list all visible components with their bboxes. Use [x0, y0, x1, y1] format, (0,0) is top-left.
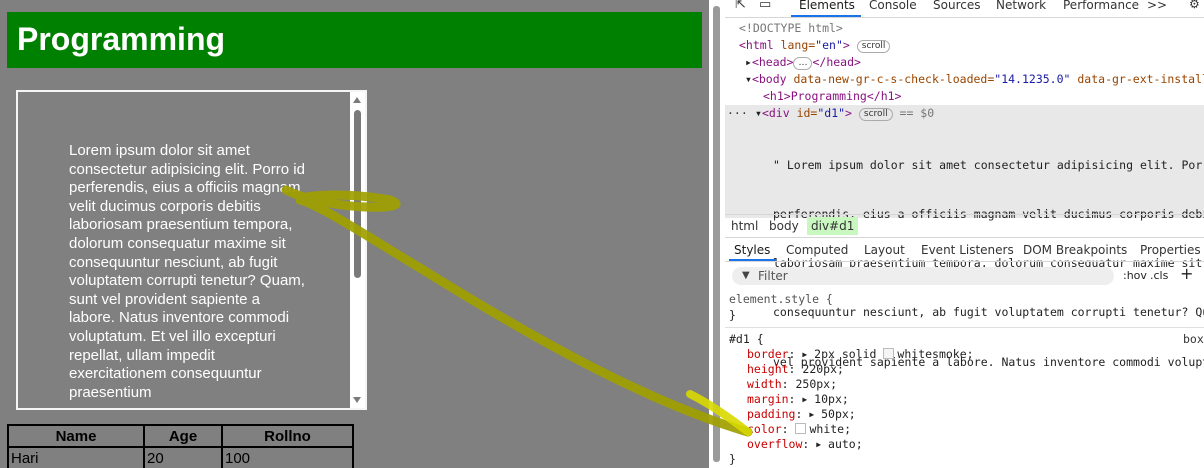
- css-declaration[interactable]: margin: ▶ 10px;: [747, 392, 849, 408]
- tab-styles[interactable]: Styles: [734, 243, 770, 257]
- scroll-badge[interactable]: scroll: [856, 40, 891, 53]
- vertical-scrollbar[interactable]: [350, 92, 365, 408]
- css-declaration[interactable]: color: white;: [747, 422, 851, 437]
- more-tabs-chevron-icon[interactable]: >>: [1147, 0, 1167, 12]
- more-options-icon[interactable]: ···: [727, 105, 748, 122]
- table-cell: 20: [143, 446, 223, 468]
- scrollable-div-d1[interactable]: Lorem ipsum dolor sit amet consectetur a…: [16, 90, 367, 410]
- new-style-rule-button[interactable]: +: [1180, 264, 1193, 283]
- tab-elements[interactable]: Elements: [799, 0, 855, 12]
- d1-rule-close: }: [729, 452, 736, 466]
- filter-input[interactable]: ▼ Filter: [732, 267, 1114, 285]
- css-declaration[interactable]: overflow: ▶ auto;: [747, 437, 863, 453]
- scroll-down-arrow-icon[interactable]: [353, 397, 361, 403]
- color-swatch: [795, 423, 807, 434]
- hov-toggle-button[interactable]: :hov: [1123, 269, 1147, 282]
- tab-properties[interactable]: Properties: [1140, 243, 1201, 257]
- inspect-element-icon[interactable]: ⇱: [735, 0, 746, 12]
- css-declaration[interactable]: height: 220px;: [747, 362, 844, 377]
- css-declaration[interactable]: border: ▶ 2px solid whitesmoke;: [747, 347, 974, 363]
- scroll-up-arrow-icon[interactable]: [353, 97, 361, 103]
- breadcrumb: html body div#d1: [725, 214, 1204, 238]
- devtools-top-tabs: ⇱ ▭ Elements Console Sources Network Per…: [725, 0, 1204, 18]
- dom-tree[interactable]: <!DOCTYPE html> <html lang="en"> scroll …: [725, 18, 1204, 369]
- devtools-panel: ⇱ ▭ Elements Console Sources Network Per…: [725, 0, 1204, 468]
- student-table: Name Age Rollno Hari 20 100: [7, 424, 354, 468]
- rule-source-link[interactable]: box: [1183, 332, 1204, 347]
- d1-selector[interactable]: #d1 {: [729, 332, 764, 347]
- table-header-row: Name Age Rollno: [7, 424, 354, 448]
- heading-bar: Programming: [7, 12, 702, 68]
- rule-divider: [725, 327, 1204, 328]
- breadcrumb-body[interactable]: body: [769, 219, 799, 233]
- scroll-badge: scroll: [858, 108, 893, 121]
- filter-placeholder: Filter: [758, 269, 788, 283]
- table-header-rollno: Rollno: [221, 424, 354, 448]
- collapse-triangle-icon: ▾: [745, 72, 752, 86]
- page-heading: Programming: [17, 21, 226, 57]
- div-text: Lorem ipsum dolor sit amet consectetur a…: [69, 142, 305, 401]
- tab-event-listeners[interactable]: Event Listeners: [921, 243, 1014, 257]
- collapse-triangle-icon: ▾: [755, 106, 762, 120]
- table-cell: 100: [221, 446, 354, 468]
- breadcrumb-div-d1[interactable]: div#d1: [807, 217, 859, 235]
- dom-head-node[interactable]: ▸<head>… </head>: [745, 54, 861, 71]
- dom-body-node[interactable]: ▾<body data-new-gr-c-s-check-loaded="14.…: [745, 71, 1204, 88]
- styles-sub-tabs: Styles Computed Layout Event Listeners D…: [725, 239, 1204, 262]
- device-toolbar-icon[interactable]: ▭: [759, 0, 771, 12]
- table-cell: Hari: [7, 446, 145, 468]
- tab-performance[interactable]: Performance: [1063, 0, 1139, 12]
- active-subtab-indicator: [729, 259, 776, 261]
- filter-icon: ▼: [742, 270, 750, 281]
- tab-layout[interactable]: Layout: [864, 243, 905, 257]
- tab-network[interactable]: Network: [996, 0, 1046, 12]
- settings-gear-icon[interactable]: ⚙: [1189, 0, 1200, 11]
- active-tab-indicator: [791, 15, 861, 17]
- dom-h1-node[interactable]: <h1>Programming</h1>: [763, 88, 901, 105]
- css-declaration[interactable]: width: 250px;: [747, 377, 837, 392]
- cls-toggle-button[interactable]: .cls: [1150, 269, 1168, 282]
- table-row: Hari 20 100: [7, 446, 354, 468]
- scroll-thumb[interactable]: [354, 110, 361, 278]
- css-declaration[interactable]: padding: ▶ 50px;: [747, 407, 856, 423]
- styles-toolbar: ▼ Filter :hov .cls +: [725, 263, 1204, 289]
- dom-html-node[interactable]: <html lang="en"> scroll: [739, 37, 891, 54]
- dom-div-node[interactable]: ▾<div id="d1"> scroll == $0: [755, 105, 934, 122]
- table-header-age: Age: [143, 424, 223, 448]
- styles-pane: element.style { } #d1 { box border: ▶ 2p…: [725, 290, 1204, 468]
- element-style-close: }: [729, 308, 736, 322]
- table-header-name: Name: [7, 424, 145, 448]
- tab-computed[interactable]: Computed: [786, 243, 848, 257]
- viewport-scroll-thumb[interactable]: [713, 6, 720, 462]
- tab-sources[interactable]: Sources: [933, 0, 980, 12]
- viewport-scrollbar[interactable]: [709, 0, 725, 468]
- tab-dom-breakpoints[interactable]: DOM Breakpoints: [1023, 243, 1127, 257]
- color-swatch: [883, 348, 895, 359]
- dom-doctype[interactable]: <!DOCTYPE html>: [739, 20, 843, 37]
- expand-triangle-icon: ▸: [745, 55, 752, 69]
- element-style-selector[interactable]: element.style {: [729, 292, 833, 307]
- tab-console[interactable]: Console: [869, 0, 917, 12]
- breadcrumb-html[interactable]: html: [731, 219, 758, 233]
- rendered-page: Programming Lorem ipsum dolor sit amet c…: [0, 0, 709, 468]
